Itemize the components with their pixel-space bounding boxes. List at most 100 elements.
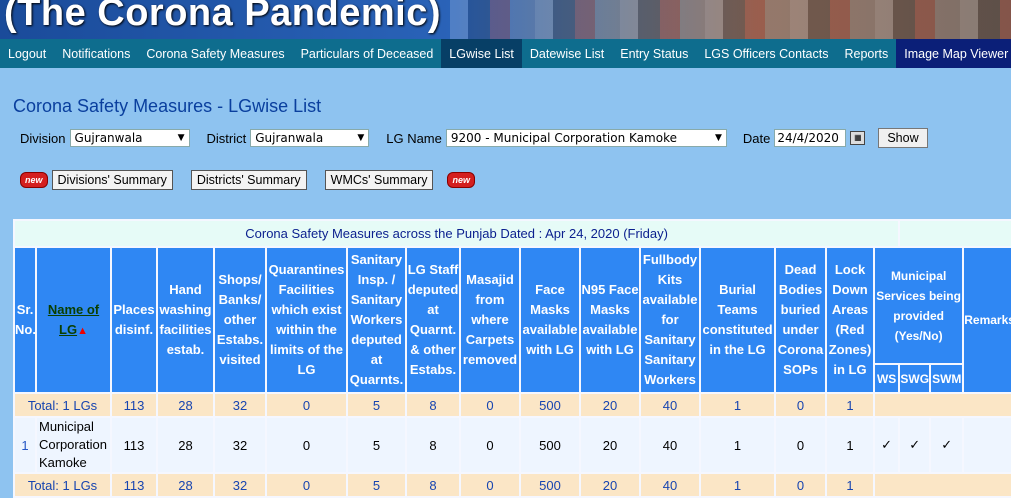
row-cell: 0	[459, 416, 521, 474]
row-cell: 8	[405, 416, 461, 474]
nav-label: Particulars of Deceased	[300, 46, 434, 61]
total-cell: 32	[213, 472, 267, 498]
nav-notifications[interactable]: Notifications	[54, 39, 138, 68]
calendar-icon[interactable]: ▦	[850, 131, 866, 145]
total-cell: 0	[265, 392, 348, 418]
chevron-down-icon: ▼	[714, 133, 722, 143]
swm-check-icon: ✓	[929, 416, 965, 474]
row-cell: 0	[265, 416, 348, 474]
header-masajid: Masajid from where Carpets removed	[459, 246, 521, 394]
total-cell: 28	[156, 392, 215, 418]
sort-name-link[interactable]: Name of LG	[48, 302, 99, 337]
nav-lgs-officers-contacts[interactable]: LGS Officers Contacts	[696, 39, 836, 68]
header-swm: SWM	[929, 363, 965, 394]
total-cell: 20	[579, 472, 641, 498]
nav-reports[interactable]: Reports	[836, 39, 896, 68]
safety-measures-table: Corona Safety Measures across the Punjab…	[12, 219, 1011, 498]
total-cell: 5	[346, 392, 407, 418]
nav-label: LGwise List	[449, 46, 514, 61]
nav-lgwise-list[interactable]: LGwise List	[441, 39, 522, 68]
total-empty	[872, 472, 1011, 498]
row-cell: 32	[213, 416, 267, 474]
summary-links: new Divisions' Summary Districts' Summar…	[20, 170, 475, 190]
row-cell: 40	[639, 416, 701, 474]
row-sr: 1	[13, 416, 37, 474]
header-lg-staff: LG Staff deputed at Quarnt. & other Esta…	[405, 246, 461, 394]
row-cell: 0	[774, 416, 827, 474]
nav-label: Reports	[844, 46, 889, 61]
header-ws: WS	[872, 363, 901, 394]
row-cell: 500	[519, 416, 581, 474]
nav-logout[interactable]: Logout	[0, 39, 54, 68]
total-row: Total: 1 LGs 113 28 32 0 5 8 0 500 20 40…	[13, 392, 1011, 418]
total-cell: 1	[699, 392, 776, 418]
district-label: District	[206, 130, 247, 146]
total-label: Total: 1 LGs	[13, 392, 112, 418]
total-cell: 20	[579, 392, 641, 418]
new-badge: new	[20, 172, 48, 188]
nav-entry-status[interactable]: Entry Status	[612, 39, 696, 68]
nav-label: Datewise List	[529, 46, 605, 61]
total-cell: 0	[459, 472, 521, 498]
total-cell: 0	[774, 392, 827, 418]
nav-particulars-of-deceased[interactable]: Particulars of Deceased	[293, 39, 442, 68]
total-cell: 32	[213, 392, 267, 418]
lg-name-value: 9200 - Municipal Corporation Kamoke	[450, 131, 677, 145]
total-cell: 1	[825, 472, 875, 498]
total-cell: 113	[110, 472, 158, 498]
districts-summary-button[interactable]: Districts' Summary	[190, 170, 307, 190]
nav-datewise-list[interactable]: Datewise List	[522, 39, 612, 68]
nav-image-map-viewer[interactable]: Image Map Viewernew	[896, 39, 1011, 68]
show-button[interactable]: Show	[878, 128, 928, 148]
date-input[interactable]: 24/4/2020	[774, 129, 847, 147]
row-cell: 113	[110, 416, 158, 474]
page-title: Corona Safety Measures - LGwise List	[13, 96, 322, 116]
header-remarks: Remarks	[962, 246, 1011, 394]
division-label: Division	[20, 130, 66, 146]
total-cell: 5	[346, 472, 407, 498]
total-cell: 0	[459, 392, 521, 418]
lg-name-label: LG Name	[386, 130, 442, 146]
total-cell: 8	[405, 392, 461, 418]
table-caption: Corona Safety Measures across the Punjab…	[12, 219, 901, 248]
nav-label: LGS Officers Contacts	[704, 46, 829, 61]
total-cell: 500	[519, 472, 581, 498]
divisions-summary-button[interactable]: Divisions' Summary	[51, 170, 173, 190]
total-cell: 0	[774, 472, 827, 498]
sort-up-icon[interactable]: ▲	[77, 325, 88, 337]
nav-label: Image Map Viewer	[904, 46, 1009, 61]
total-cell: 40	[639, 392, 701, 418]
district-value: Gujranwala	[255, 131, 324, 145]
filter-bar: Division Gujranwala ▼ District Gujranwala…	[20, 127, 928, 149]
table-row: 1 Municipal Corporation Kamoke 113 28 32…	[13, 416, 1011, 474]
date-label: Date	[742, 130, 771, 146]
lg-name-select[interactable]: 9200 - Municipal Corporation Kamoke ▼	[445, 129, 727, 147]
header-burial: Burial Teams constituted in the LG	[699, 246, 776, 394]
header-dead-bodies: Dead Bodies buried under Corona SOPs	[774, 246, 827, 394]
nav-label: Corona Safety Measures	[146, 46, 285, 61]
total-label: Total: 1 LGs	[13, 472, 112, 498]
banner-photo	[450, 0, 1011, 39]
nav-label: Entry Status	[620, 46, 689, 61]
new-badge: new	[447, 172, 475, 188]
wmcs-summary-button[interactable]: WMCs' Summary	[324, 170, 434, 190]
swg-check-icon: ✓	[898, 416, 932, 474]
row-cell: 28	[156, 416, 215, 474]
row-cell: 1	[699, 416, 776, 474]
nav-corona-safety-measures[interactable]: Corona Safety Measures	[138, 39, 292, 68]
district-select[interactable]: Gujranwala ▼	[250, 129, 370, 147]
main-nav: Logout Notifications Corona Safety Measu…	[0, 39, 1011, 68]
total-cell: 40	[639, 472, 701, 498]
division-select[interactable]: Gujranwala ▼	[69, 129, 190, 147]
total-cell: 8	[405, 472, 461, 498]
ws-check-icon: ✓	[872, 416, 901, 474]
total-empty	[872, 392, 1011, 418]
division-value: Gujranwala	[74, 131, 143, 145]
chevron-down-icon: ▼	[177, 133, 185, 143]
nav-label: Logout	[8, 46, 47, 61]
caption-filler	[898, 219, 1011, 248]
total-cell: 113	[110, 392, 158, 418]
header-sanitary: Sanitary Insp. / Sanitary Workers depute…	[346, 246, 407, 394]
total-cell: 500	[519, 392, 581, 418]
header-n95: N95 Face Masks available with LG	[579, 246, 641, 394]
